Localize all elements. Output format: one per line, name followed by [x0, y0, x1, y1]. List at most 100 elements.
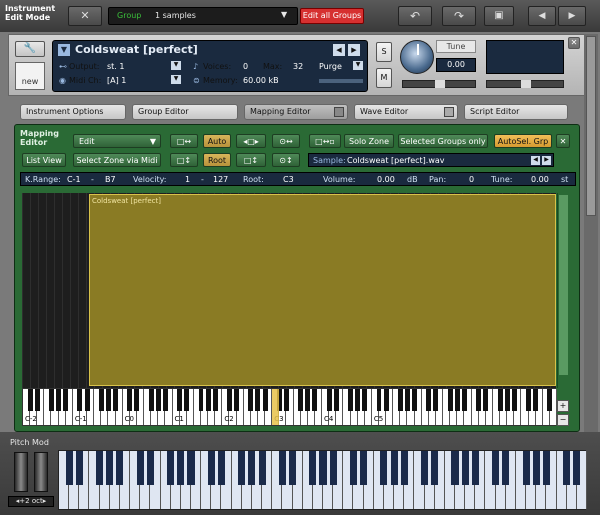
output-value[interactable]: st. 1: [107, 62, 124, 71]
velocity-high[interactable]: 127: [213, 175, 228, 184]
pan-slider-handle[interactable]: [435, 80, 445, 88]
black-key[interactable]: [134, 389, 140, 411]
next-arrow-icon[interactable]: ▶: [348, 44, 360, 56]
prev-arrow-icon[interactable]: ◀: [333, 44, 345, 56]
black-key[interactable]: [333, 389, 339, 411]
black-key[interactable]: [167, 451, 175, 485]
black-key[interactable]: [77, 389, 83, 411]
black-key[interactable]: [383, 389, 389, 411]
black-key[interactable]: [312, 389, 318, 411]
zoom-out-icon[interactable]: −: [557, 414, 569, 426]
octave-shift[interactable]: ◂+2 oct▸: [8, 496, 54, 507]
black-key[interactable]: [404, 389, 410, 411]
duplicate-zone-button[interactable]: ⊙↔: [272, 134, 300, 148]
pan-value[interactable]: 0: [469, 175, 474, 184]
selected-groups-only-button[interactable]: Selected Groups only: [398, 134, 488, 148]
main-scrollbar-thumb[interactable]: [586, 36, 596, 216]
next-instrument-button[interactable]: ▶: [558, 6, 586, 26]
undo-button[interactable]: ↶: [398, 6, 432, 26]
black-key[interactable]: [283, 389, 289, 411]
solo-zone-button[interactable]: Solo Zone: [344, 134, 394, 148]
select-zone-via-midi-button[interactable]: Select Zone via Midi: [73, 153, 161, 167]
black-key[interactable]: [207, 451, 215, 485]
black-key[interactable]: [426, 389, 432, 411]
black-key[interactable]: [454, 389, 460, 411]
black-key[interactable]: [476, 389, 482, 411]
add-zone-button[interactable]: □↔: [170, 134, 198, 148]
zone-tune-value[interactable]: 0.00: [531, 175, 549, 184]
black-key[interactable]: [63, 389, 69, 411]
black-key[interactable]: [400, 451, 408, 485]
link-zone-button[interactable]: □↔▫: [309, 134, 341, 148]
solo-button[interactable]: S: [376, 42, 392, 62]
grid-scrollbar-thumb[interactable]: [559, 195, 568, 375]
black-key[interactable]: [113, 389, 119, 411]
black-key[interactable]: [433, 389, 439, 411]
tab-wave-editor[interactable]: Wave Editor: [354, 104, 458, 120]
main-keyboard[interactable]: [58, 450, 587, 510]
black-key[interactable]: [483, 389, 489, 411]
black-key[interactable]: [380, 451, 388, 485]
black-key[interactable]: [360, 451, 368, 485]
instrument-menu-arrow-icon[interactable]: ▼: [58, 44, 70, 56]
black-key[interactable]: [226, 389, 232, 411]
max-voices-value[interactable]: 32: [293, 62, 303, 71]
black-key[interactable]: [162, 389, 168, 411]
edit-mode-dropdown[interactable]: Edit ▼: [73, 134, 161, 148]
tab-script-editor[interactable]: Script Editor: [464, 104, 568, 120]
black-key[interactable]: [319, 451, 327, 485]
black-key[interactable]: [504, 389, 510, 411]
black-key[interactable]: [146, 451, 154, 485]
black-key[interactable]: [355, 389, 361, 411]
black-key[interactable]: [390, 451, 398, 485]
velocity-low[interactable]: 1: [185, 175, 190, 184]
black-key[interactable]: [502, 451, 510, 485]
black-key[interactable]: [177, 389, 183, 411]
black-key[interactable]: [461, 389, 467, 411]
black-key[interactable]: [532, 451, 540, 485]
black-key[interactable]: [497, 389, 503, 411]
black-key[interactable]: [98, 389, 104, 411]
black-key[interactable]: [184, 389, 190, 411]
black-key[interactable]: [376, 389, 382, 411]
next-sample-icon[interactable]: ▶: [542, 156, 551, 165]
black-key[interactable]: [148, 389, 154, 411]
list-view-button[interactable]: List View: [22, 153, 66, 167]
mod-wheel[interactable]: [34, 452, 48, 492]
black-key[interactable]: [309, 451, 317, 485]
black-key[interactable]: [248, 451, 256, 485]
black-key[interactable]: [329, 451, 337, 485]
output-dropdown-icon[interactable]: ▼: [171, 61, 181, 70]
black-key[interactable]: [563, 451, 571, 485]
grid-vertical-scrollbar[interactable]: [557, 193, 569, 388]
instrument-name[interactable]: Coldsweat [perfect]: [75, 43, 198, 56]
black-key[interactable]: [177, 451, 185, 485]
main-vertical-scrollbar[interactable]: [584, 34, 598, 432]
black-key[interactable]: [461, 451, 469, 485]
close-instrument-button[interactable]: ✕: [568, 37, 580, 49]
black-key[interactable]: [362, 389, 368, 411]
black-key[interactable]: [305, 389, 311, 411]
black-key[interactable]: [234, 389, 240, 411]
volume-value[interactable]: 0.00: [377, 175, 395, 184]
black-key[interactable]: [447, 389, 453, 411]
mute-button[interactable]: M: [376, 68, 392, 88]
prev-sample-icon[interactable]: ◀: [531, 156, 540, 165]
black-key[interactable]: [298, 389, 304, 411]
tune-value[interactable]: 0.00: [436, 58, 476, 72]
root-value[interactable]: C3: [283, 175, 294, 184]
volume-slider[interactable]: [486, 80, 564, 88]
black-key[interactable]: [451, 451, 459, 485]
black-key[interactable]: [187, 451, 195, 485]
black-key[interactable]: [420, 451, 429, 485]
black-key[interactable]: [136, 451, 144, 485]
save-button[interactable]: ▣: [484, 6, 514, 26]
duplicate-vertical-button[interactable]: ⊙↕: [272, 153, 300, 167]
mapping-keyboard[interactable]: C-2C-1C0C1C2C3C4C5: [22, 388, 557, 426]
midi-dropdown-icon[interactable]: ▼: [171, 75, 181, 84]
black-key[interactable]: [326, 389, 332, 411]
wrench-button[interactable]: 🔧: [15, 41, 45, 57]
black-key[interactable]: [348, 389, 353, 411]
black-key[interactable]: [155, 389, 161, 411]
black-key[interactable]: [526, 389, 531, 411]
